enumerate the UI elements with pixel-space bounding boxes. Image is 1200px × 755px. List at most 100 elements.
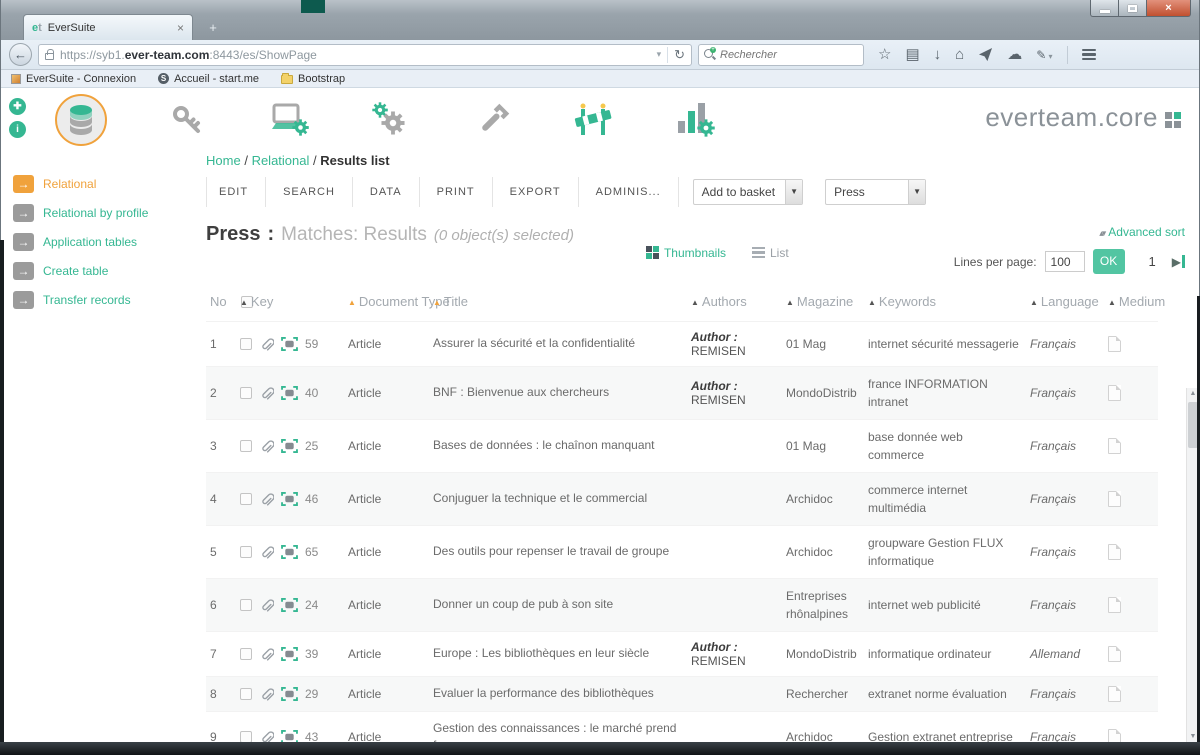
module-settings-gears-icon[interactable] [363, 94, 415, 146]
table-select[interactable]: Press ▼ [825, 179, 926, 205]
cell-magazine[interactable]: Archidoc [782, 473, 864, 526]
sidebar-item-transfer-records[interactable]: →Transfer records [13, 291, 196, 309]
menu-item-print[interactable]: PRINT [420, 177, 493, 207]
module-reports-chart-icon[interactable] [669, 94, 721, 146]
menu-item-edit[interactable]: EDIT [206, 177, 266, 207]
cell-magazine[interactable]: Archidoc [782, 712, 864, 743]
column-header-document-type[interactable]: ▲Document Type [344, 284, 429, 322]
attachment-paperclip-icon[interactable] [259, 598, 274, 613]
open-record-icon[interactable] [281, 730, 298, 742]
attachment-paperclip-icon[interactable] [259, 687, 274, 702]
row-checkbox[interactable] [240, 731, 252, 742]
ok-button[interactable]: OK [1093, 249, 1125, 274]
edit-icon[interactable]: ✎ ▾ [1036, 49, 1052, 61]
document-file-icon[interactable] [1108, 438, 1121, 454]
document-file-icon[interactable] [1108, 646, 1121, 662]
list-view-button[interactable]: List [752, 246, 789, 260]
browser-search-input[interactable] [720, 49, 858, 61]
menu-item-adminis[interactable]: ADMINIS... [579, 177, 679, 207]
reload-icon[interactable]: ↻ [667, 47, 685, 63]
cell-magazine[interactable]: Archidoc [782, 526, 864, 579]
tab-close-icon[interactable]: × [177, 21, 184, 35]
menu-hamburger-icon[interactable] [1082, 49, 1096, 61]
browser-search-box[interactable]: + [698, 44, 864, 66]
window-titlebar[interactable] [1, 0, 1199, 14]
basket-select-arrow-icon[interactable]: ▼ [785, 180, 802, 204]
bookmark-item[interactable]: Bootstrap [281, 73, 345, 85]
url-bar[interactable]: https://syb1.ever-team.com:8443/es/ShowP… [38, 44, 692, 66]
advanced-sort-link[interactable]: ▴▾Advanced sort [954, 223, 1185, 241]
sidebar-item-create-table[interactable]: →Create table [13, 262, 196, 280]
module-search-key-icon[interactable] [161, 94, 213, 146]
row-checkbox[interactable] [240, 493, 252, 505]
sidebar-item-relational-by-profile[interactable]: →Relational by profile [13, 204, 196, 222]
column-header-key[interactable]: ▲Key [236, 284, 344, 322]
column-header-magazine[interactable]: ▲Magazine [782, 284, 864, 322]
open-record-icon[interactable] [281, 337, 298, 351]
cell-magazine[interactable]: Rechercher [782, 677, 864, 712]
document-file-icon[interactable] [1108, 729, 1121, 742]
minimize-button[interactable] [1090, 0, 1119, 17]
attachment-paperclip-icon[interactable] [259, 386, 274, 401]
bookmark-item[interactable]: EverSuite - Connexion [11, 73, 136, 85]
attachment-paperclip-icon[interactable] [259, 647, 274, 662]
row-checkbox[interactable] [240, 599, 252, 611]
close-button[interactable]: × [1147, 0, 1191, 17]
new-tab-button[interactable]: + [201, 19, 225, 37]
breadcrumb-section[interactable]: Relational [252, 153, 310, 168]
open-record-icon[interactable] [281, 492, 298, 506]
row-checkbox[interactable] [240, 546, 252, 558]
module-workstation-icon[interactable] [263, 94, 315, 146]
column-header-language[interactable]: ▲Language [1026, 284, 1104, 322]
open-record-icon[interactable] [281, 647, 298, 661]
row-checkbox[interactable] [240, 440, 252, 452]
thumbnails-view-button[interactable]: Thumbnails [646, 246, 726, 260]
maximize-button[interactable] [1119, 0, 1147, 17]
row-checkbox[interactable] [240, 648, 252, 660]
cell-keywords[interactable]: commerce internet multimédia [864, 473, 1026, 526]
cell-keywords[interactable]: informatique ordinateur [864, 632, 1026, 677]
column-header-keywords[interactable]: ▲Keywords [864, 284, 1026, 322]
document-file-icon[interactable] [1108, 597, 1121, 613]
open-record-icon[interactable] [281, 545, 298, 559]
cell-keywords[interactable]: extranet norme évaluation [864, 677, 1026, 712]
attachment-paperclip-icon[interactable] [259, 439, 274, 454]
sidebar-item-application-tables[interactable]: →Application tables [13, 233, 196, 251]
cell-magazine[interactable]: 01 Mag [782, 322, 864, 367]
attachment-paperclip-icon[interactable] [259, 337, 274, 352]
sidebar-item-relational[interactable]: →Relational [13, 175, 196, 193]
cell-magazine[interactable]: MondoDistrib [782, 367, 864, 420]
document-file-icon[interactable] [1108, 686, 1121, 702]
open-record-icon[interactable] [281, 687, 298, 701]
column-header-medium[interactable]: ▲Medium [1104, 284, 1158, 322]
open-record-icon[interactable] [281, 598, 298, 612]
cell-magazine[interactable]: 01 Mag [782, 420, 864, 473]
row-checkbox[interactable] [240, 338, 252, 350]
document-file-icon[interactable] [1108, 491, 1121, 507]
document-file-icon[interactable] [1108, 336, 1121, 352]
module-tools-wrench-icon[interactable] [467, 94, 519, 146]
table-select-arrow-icon[interactable]: ▼ [908, 180, 925, 204]
cell-keywords[interactable]: france INFORMATION intranet [864, 367, 1026, 420]
expand-icon[interactable]: ✚ [9, 98, 26, 115]
url-dropdown-icon[interactable]: ▾ [657, 49, 662, 60]
cell-keywords[interactable]: internet sécurité messagerie [864, 322, 1026, 367]
cell-magazine[interactable]: MondoDistrib [782, 632, 864, 677]
open-record-icon[interactable] [281, 439, 298, 453]
home-icon[interactable]: ⌂ [955, 47, 964, 62]
row-checkbox[interactable] [240, 387, 252, 399]
attachment-paperclip-icon[interactable] [259, 492, 274, 507]
cell-magazine[interactable]: Entreprises rhônalpines [782, 579, 864, 632]
next-page-button[interactable]: ▶ [1172, 255, 1185, 269]
downloads-icon[interactable]: ↓ [934, 47, 942, 62]
row-checkbox[interactable] [240, 688, 252, 700]
module-workflow-barrier-icon[interactable] [567, 94, 619, 146]
lines-per-page-input[interactable] [1045, 251, 1085, 272]
column-header-authors[interactable]: ▲Authors [687, 284, 782, 322]
cell-keywords[interactable]: Gestion extranet entreprise [864, 712, 1026, 743]
cell-keywords[interactable]: base donnée web commerce [864, 420, 1026, 473]
menu-item-data[interactable]: DATA [353, 177, 420, 207]
bookmarks-menu-icon[interactable]: ▤ [905, 47, 919, 62]
bookmark-item[interactable]: SAccueil - start.me [158, 73, 259, 85]
attachment-paperclip-icon[interactable] [259, 545, 274, 560]
